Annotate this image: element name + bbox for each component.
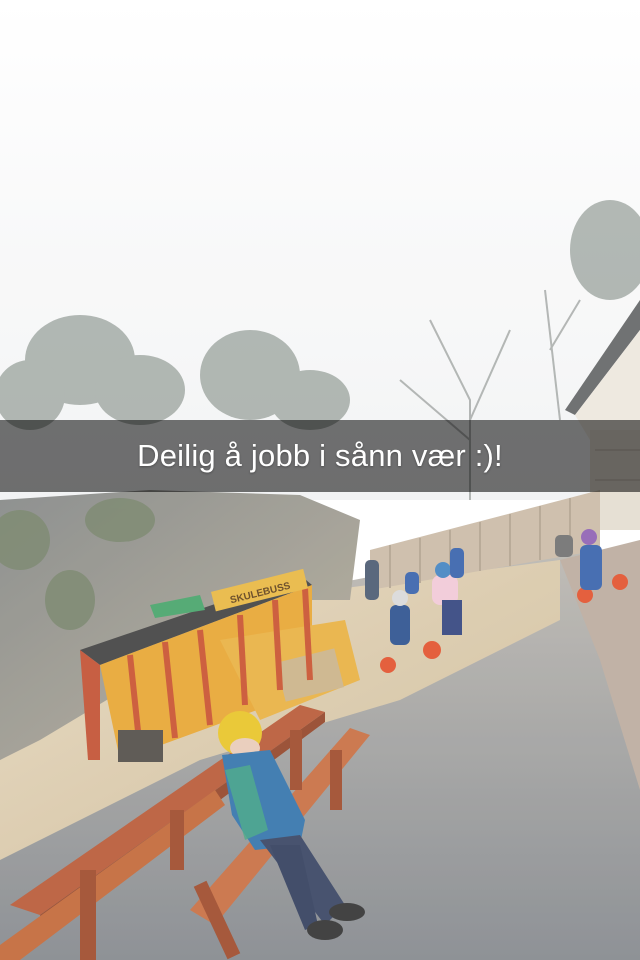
snap-caption-bar: Deilig å jobb i sånn vær :)! xyxy=(0,420,640,492)
snap-caption-text: Deilig å jobb i sånn vær :)! xyxy=(137,438,503,473)
